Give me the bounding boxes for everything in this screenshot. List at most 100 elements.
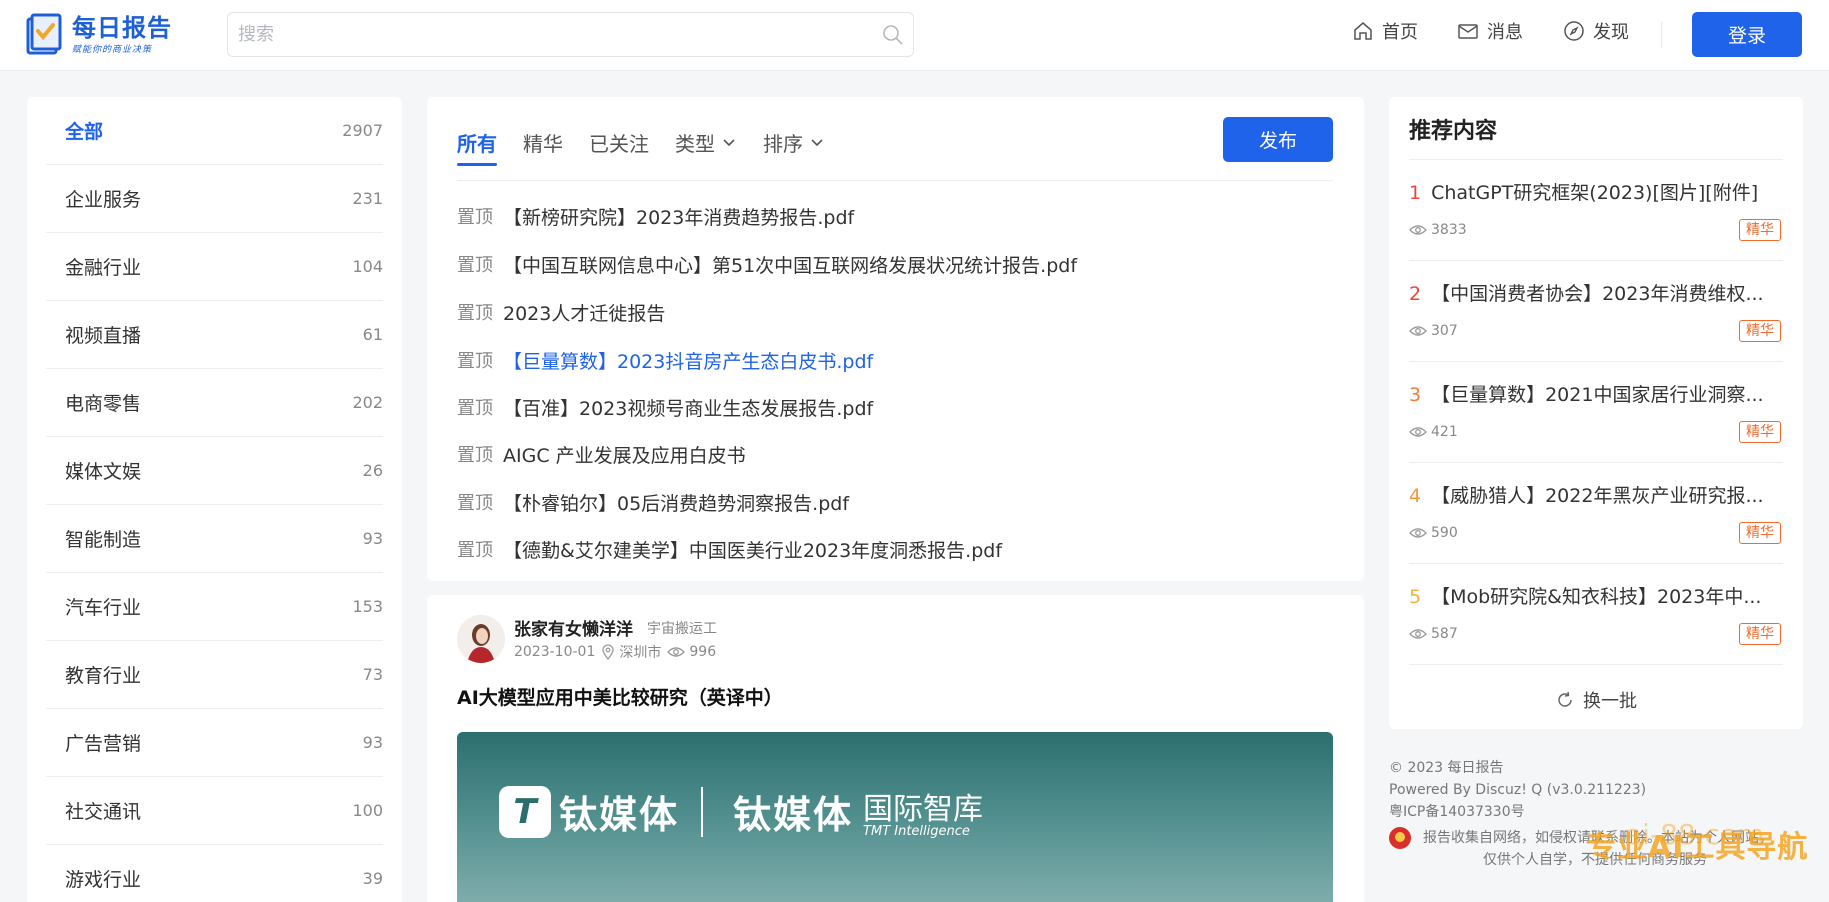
category-item[interactable]: 广告营销 93 [46,709,383,777]
post-title[interactable]: 【德勤&艾尔建美学】中国医美行业2023年度洞悉报告.pdf [503,536,1002,563]
pinned-post[interactable]: 置顶 【巨量算数】2023抖音房产生态白皮书.pdf [457,345,873,375]
category-item[interactable]: 金融行业 104 [46,233,383,301]
compass-icon [1564,21,1584,41]
banner-tmt: TMT Intelligence [863,824,970,839]
login-button[interactable]: 登录 [1692,12,1802,57]
refresh-label: 换一批 [1583,691,1637,712]
category-item[interactable]: 视频直播 61 [46,301,383,369]
featured-badge: 精华 [1739,623,1781,645]
pin-label: 置顶 [457,445,493,466]
category-item[interactable]: 教育行业 73 [46,641,383,709]
category-name: 电商零售 [65,393,142,415]
nav-messages[interactable]: 消息 [1457,18,1523,44]
eye-icon [1409,326,1427,336]
featured-badge: 精华 [1739,522,1781,544]
filter-tabs: 所有 精华 已关注 类型 排序 [457,125,851,166]
chevron-down-icon [811,139,823,147]
footer-powered[interactable]: Powered By Discuz! Q (v3.0.211223) [1389,779,1829,801]
category-count: 61 [362,325,383,344]
featured-badge: 精华 [1739,320,1781,342]
category-count: 153 [352,597,383,616]
banner-intl-block: 国际智库 TMT Intelligence [863,784,983,839]
recommend-panel: 推荐内容 1 ChatGPT研究框架(2023)[图片][附件] 3833 精华 … [1389,97,1803,729]
recommend-item-title[interactable]: ChatGPT研究框架(2023)[图片][附件] [1431,182,1758,204]
post-title[interactable]: 【新榜研究院】2023年消费趋势报告.pdf [503,203,854,230]
author-title: 宇宙搬运工 [647,621,717,637]
feed-post-title[interactable]: AI大模型应用中美比较研究（英译中） [457,683,783,710]
recommend-item-title[interactable]: 【巨量算数】2021中国家居行业洞察... [1431,384,1763,406]
category-name: 全部 [65,121,104,143]
post-meta: 2023-10-01 深圳市 996 [514,642,722,662]
category-name: 游戏行业 [65,869,142,891]
search-box [227,12,914,57]
home-icon [1354,22,1372,40]
tmt-logo-icon: T [499,785,551,838]
post-title[interactable]: AIGC 产业发展及应用白皮书 [503,441,746,468]
nav-home[interactable]: 首页 [1352,18,1418,44]
recommend-item-title[interactable]: 【Mob研究院&知衣科技】2023年中... [1431,586,1761,608]
nav-discover[interactable]: 发现 [1563,18,1629,44]
search-input[interactable] [228,13,848,56]
post-title[interactable]: 【中国互联网信息中心】第51次中国互联网络发展状况统计报告.pdf [503,251,1077,278]
eye-icon [1409,629,1427,639]
recommend-item[interactable]: 4 【威胁猎人】2022年黑灰产业研究报... 590 精华 [1409,463,1783,564]
pinned-post[interactable]: 置顶 【新榜研究院】2023年消费趋势报告.pdf [457,201,854,231]
watermark-slogan: 专业AI工具导航 [1586,830,1809,865]
recommend-item-title[interactable]: 【中国消费者协会】2023年消费维权... [1431,283,1763,305]
tab-all[interactable]: 所有 [457,125,497,166]
refresh-icon [1558,691,1572,707]
category-item[interactable]: 企业服务 231 [46,165,383,233]
category-name: 视频直播 [65,325,142,347]
recommend-item[interactable]: 1 ChatGPT研究框架(2023)[图片][附件] 3833 精华 [1409,160,1783,261]
nav-home-label: 首页 [1382,22,1418,43]
site-logo[interactable]: 每日报告 赋能你的商业决策 [26,13,172,55]
pin-label: 置顶 [457,540,493,561]
avatar[interactable] [457,615,505,663]
category-name: 汽车行业 [65,597,142,619]
category-item[interactable]: 汽车行业 153 [46,573,383,641]
post-title[interactable]: 【巨量算数】2023抖音房产生态白皮书.pdf [503,347,873,374]
refresh-button[interactable]: 换一批 [1389,687,1803,713]
tab-following[interactable]: 已关注 [589,125,649,159]
tab-sort-dropdown[interactable]: 排序 [763,125,825,159]
category-item[interactable]: 媒体文娱 26 [46,437,383,505]
category-name: 企业服务 [65,189,142,211]
pinned-post[interactable]: 置顶 AIGC 产业发展及应用白皮书 [457,439,746,469]
pinned-post[interactable]: 置顶 【百准】2023视频号商业生态发展报告.pdf [457,392,873,422]
nav-divider [1661,22,1662,48]
category-item[interactable]: 游戏行业 39 [46,845,383,902]
recommend-item-title[interactable]: 【威胁猎人】2022年黑灰产业研究报... [1431,485,1763,507]
pinned-post[interactable]: 置顶 【朴睿铂尔】05后消费趋势洞察报告.pdf [457,487,849,517]
post-title[interactable]: 【朴睿铂尔】05后消费趋势洞察报告.pdf [503,489,849,516]
category-count: 73 [362,665,383,684]
recommend-item[interactable]: 2 【中国消费者协会】2023年消费维权... 307 精华 [1409,261,1783,362]
rank-number: 1 [1409,182,1422,204]
eye-icon [1409,225,1427,235]
tab-type-dropdown[interactable]: 类型 [675,125,737,159]
pin-label: 置顶 [457,207,493,228]
category-item[interactable]: 电商零售 202 [46,369,383,437]
publish-button[interactable]: 发布 [1223,117,1333,162]
pinned-post[interactable]: 置顶 【德勤&艾尔建美学】中国医美行业2023年度洞悉报告.pdf [457,534,1002,564]
pinned-post[interactable]: 置顶 【中国互联网信息中心】第51次中国互联网络发展状况统计报告.pdf [457,249,1077,279]
tab-featured[interactable]: 精华 [523,125,563,159]
post-list-card: 所有 精华 已关注 类型 排序 发布 置顶 【新榜研究院】2023年消费趋势报告… [427,97,1364,581]
rank-number: 4 [1409,485,1422,507]
post-title[interactable]: 2023人才迁徙报告 [503,299,665,326]
tmtpost-logo: T 钛媒体 钛媒体 国际智库 TMT Intelligence [499,784,983,839]
category-item[interactable]: 社交通讯 100 [46,777,383,845]
category-item-all[interactable]: 全部 2907 [46,97,383,165]
post-cover-image[interactable]: T 钛媒体 钛媒体 国际智库 TMT Intelligence [457,732,1333,902]
pin-label: 置顶 [457,255,493,276]
nav-discover-label: 发现 [1593,22,1629,43]
post-location: 深圳市 [619,645,662,661]
post-title[interactable]: 【百准】2023视频号商业生态发展报告.pdf [503,394,873,421]
pinned-post[interactable]: 置顶 2023人才迁徙报告 [457,297,665,327]
location-icon [602,644,615,660]
tab-label: 所有 [457,131,497,156]
recommend-item[interactable]: 5 【Mob研究院&知衣科技】2023年中... 587 精华 [1409,564,1783,665]
recommend-item[interactable]: 3 【巨量算数】2021中国家居行业洞察... 421 精华 [1409,362,1783,463]
author-name[interactable]: 张家有女懒洋洋 [514,615,633,640]
category-item[interactable]: 智能制造 93 [46,505,383,573]
search-icon[interactable] [881,23,905,47]
